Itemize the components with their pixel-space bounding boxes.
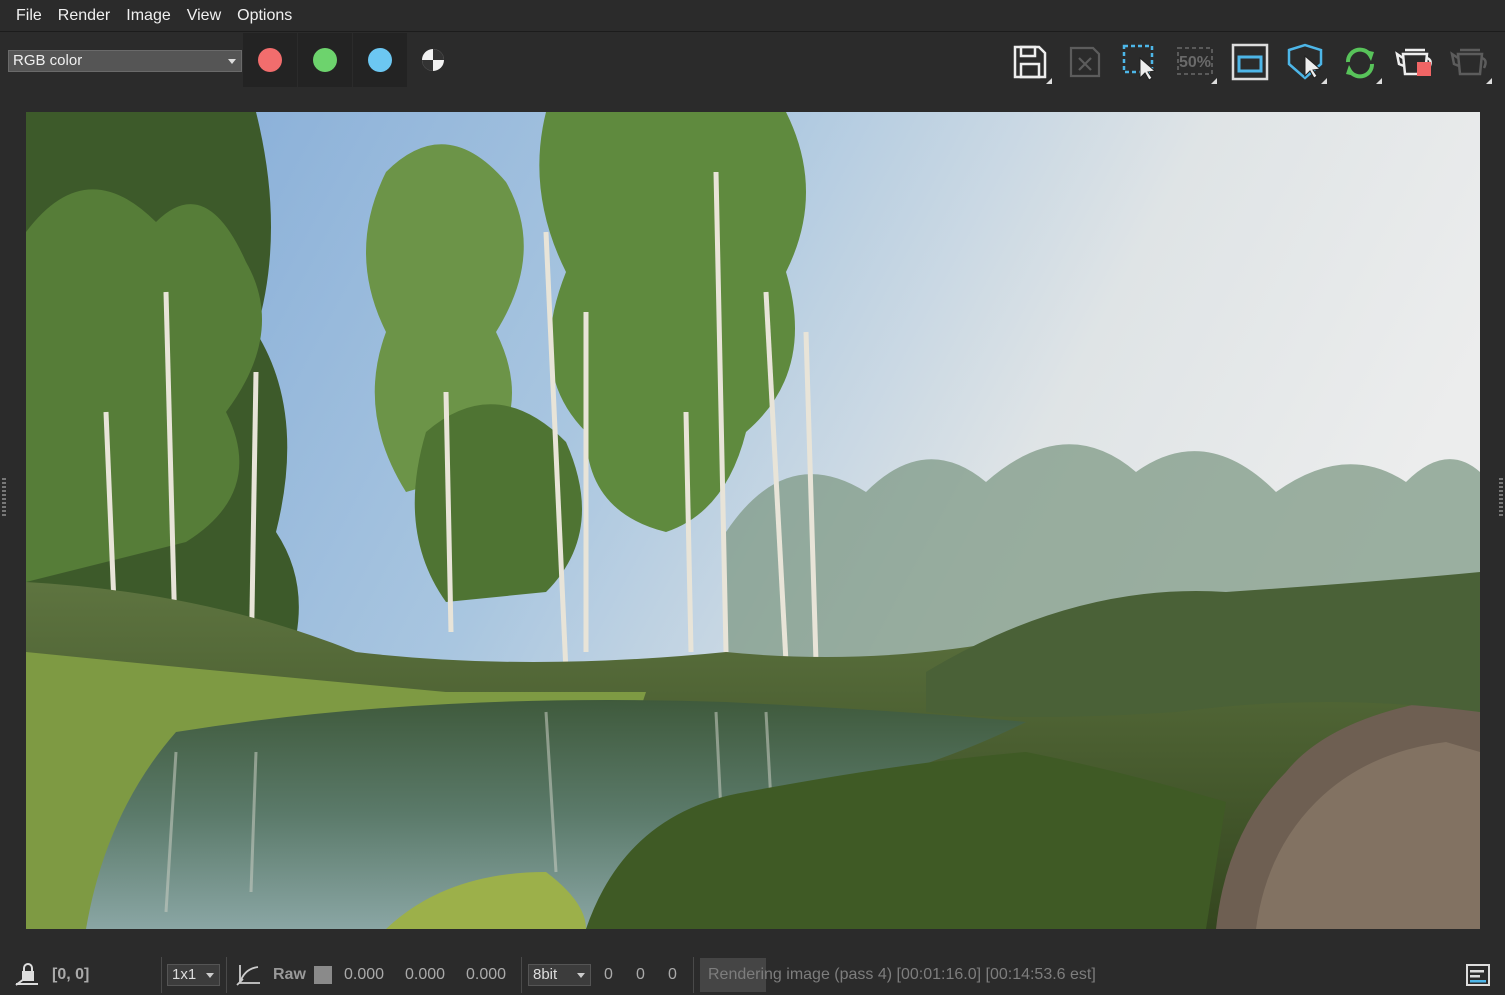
alpha-channel-button[interactable]: [420, 47, 446, 73]
render-refresh-icon: [1345, 47, 1375, 79]
bit-depth-select[interactable]: 8bit: [528, 964, 591, 986]
red-channel-icon: [258, 48, 282, 72]
chevron-down-icon: [577, 973, 585, 978]
render-teapot-disabled-icon: [1450, 48, 1487, 76]
int-value-r: 0: [604, 966, 613, 983]
raw-value-r: 0.000: [344, 966, 385, 983]
lock-coords-button[interactable]: [14, 963, 40, 987]
menu-bar: File Render Image View Options: [0, 0, 1505, 32]
divider: [693, 957, 694, 993]
save-icon: [1013, 45, 1047, 79]
zoom-50-icon: 50%: [1177, 47, 1213, 75]
render-frame-button[interactable]: [1226, 38, 1274, 84]
render-frame-icon: [1231, 43, 1269, 81]
raw-label: Raw: [273, 966, 306, 983]
pixel-coordinates: [0, 0]: [52, 966, 90, 983]
raw-value-g: 0.000: [405, 966, 446, 983]
menu-render[interactable]: Render: [50, 0, 118, 32]
render-status-message: Rendering image (pass 4) [00:01:16.0] [0…: [708, 966, 1096, 983]
menu-options[interactable]: Options: [229, 0, 300, 32]
sample-size-select[interactable]: 1x1: [167, 964, 220, 986]
zoom-50-label: 50%: [1179, 54, 1211, 71]
divider: [521, 957, 522, 993]
render-refresh-button[interactable]: [1336, 38, 1384, 84]
chevron-down-icon: [228, 59, 236, 64]
right-resize-grip[interactable]: [1499, 478, 1503, 516]
color-curve-icon: [236, 965, 260, 986]
dropdown-corner-icon: [1046, 78, 1052, 84]
clear-image-button[interactable]: [1061, 38, 1109, 84]
raw-value-b: 0.000: [466, 966, 507, 983]
render-progress-bar: Rendering image (pass 4) [00:01:16.0] [0…: [700, 958, 1430, 992]
region-render-icon: [1122, 44, 1157, 81]
left-resize-grip[interactable]: [2, 478, 6, 516]
toolbar: RGB color 50%: [0, 33, 1505, 88]
render-teapot-icon: [1395, 48, 1432, 76]
blue-channel-button[interactable]: [353, 33, 407, 87]
save-image-button[interactable]: [1006, 38, 1054, 84]
render-last-button[interactable]: [1446, 38, 1494, 84]
green-channel-icon: [313, 48, 337, 72]
region-render-button[interactable]: [1116, 38, 1164, 84]
int-value-b: 0: [668, 966, 677, 983]
clear-image-icon: [1069, 46, 1101, 78]
divider: [226, 957, 227, 993]
divider: [161, 957, 162, 993]
track-mouse-icon: [1287, 43, 1323, 80]
alpha-channel-icon: [422, 49, 444, 71]
lock-pin-icon: [15, 963, 38, 986]
green-channel-button[interactable]: [298, 33, 352, 87]
log-button[interactable]: [1465, 963, 1491, 987]
int-value-g: 0: [636, 966, 645, 983]
forest-pond-render: [26, 112, 1480, 929]
blue-channel-icon: [368, 48, 392, 72]
dropdown-corner-icon: [1486, 78, 1492, 84]
menu-image[interactable]: Image: [118, 0, 178, 32]
menu-view[interactable]: View: [179, 0, 229, 32]
render-production-button[interactable]: [1391, 38, 1439, 84]
channel-display-select[interactable]: RGB color: [8, 50, 242, 72]
zoom-50-button[interactable]: 50%: [1171, 38, 1219, 84]
status-bar: [0, 0] 1x1 Raw 0.000 0.000 0.000 8bit 0 …: [0, 955, 1505, 995]
menu-file[interactable]: File: [8, 0, 50, 32]
rendered-image[interactable]: [26, 112, 1480, 929]
curve-button[interactable]: [236, 963, 262, 987]
dropdown-corner-icon: [1321, 78, 1327, 84]
red-channel-button[interactable]: [243, 33, 297, 87]
dropdown-corner-icon: [1211, 78, 1217, 84]
sample-size-value: 1x1: [172, 966, 197, 983]
channel-display-value: RGB color: [13, 52, 83, 69]
track-mouse-button[interactable]: [1281, 38, 1329, 84]
dropdown-corner-icon: [1376, 78, 1382, 84]
color-swatch: [314, 966, 332, 984]
bit-depth-value: 8bit: [533, 966, 558, 983]
chevron-down-icon: [206, 973, 214, 978]
log-panel-icon: [1466, 964, 1490, 986]
